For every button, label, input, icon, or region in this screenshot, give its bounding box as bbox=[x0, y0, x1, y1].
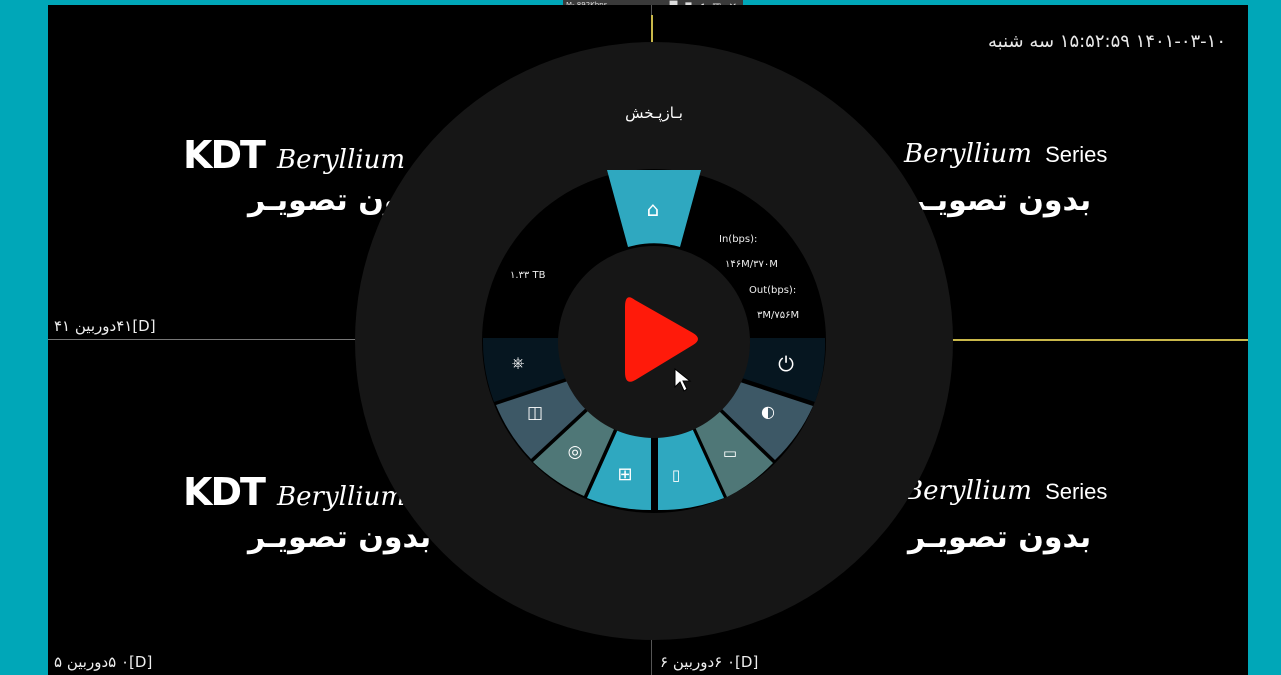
in-bps-value: ۱۴۶M/۳۷۰M bbox=[725, 259, 778, 270]
out-bps-label: Out(bps): bbox=[749, 285, 797, 296]
out-bps-value: ۳M/۷۵۶M bbox=[757, 310, 800, 321]
kdt-logo: KDT bbox=[183, 133, 266, 177]
window-icon: ◫ bbox=[526, 403, 544, 423]
camera-label-41: [D]۴۱دوربین ۴۱ bbox=[54, 317, 156, 335]
power-icon: ⏻ bbox=[778, 352, 794, 376]
in-bps-label: In(bps): bbox=[719, 234, 758, 245]
radial-menu: بـازپـخش ⌂ ⏻ ◐ ▭ ▯ ⊞ ◎ ◫ ⎈ ۱.۳۳ TB In(bp… bbox=[355, 42, 953, 640]
menu-ring bbox=[482, 169, 826, 513]
camera-label-6: [D]۶ ۰دوربین ۶ bbox=[660, 653, 759, 671]
mouse-cursor-icon bbox=[674, 367, 692, 392]
grid-layout-icon: ⊞ bbox=[617, 464, 633, 485]
video-camera-icon: ▭ bbox=[722, 444, 738, 462]
datetime-overlay: ۱۴۰۱-۰۳-۱۰ ۱۵:۵۲:۵۹ سه شنبه bbox=[988, 31, 1226, 52]
series-word: Series bbox=[1045, 479, 1108, 504]
series-word: Series bbox=[1045, 142, 1108, 167]
camera-label-5: [D]۵ ۰دوربین ۵ bbox=[54, 653, 153, 671]
cctv-camera-icon: ⎈ bbox=[511, 353, 525, 372]
palette-icon: ◐ bbox=[761, 402, 775, 421]
webcam-icon: ◎ bbox=[567, 442, 583, 462]
playback-file-icon: ▯ bbox=[671, 466, 681, 484]
storage-label: ۱.۳۳ TB bbox=[510, 270, 546, 281]
home-icon: ⌂ bbox=[646, 197, 660, 221]
kdt-logo: KDT bbox=[183, 470, 266, 514]
